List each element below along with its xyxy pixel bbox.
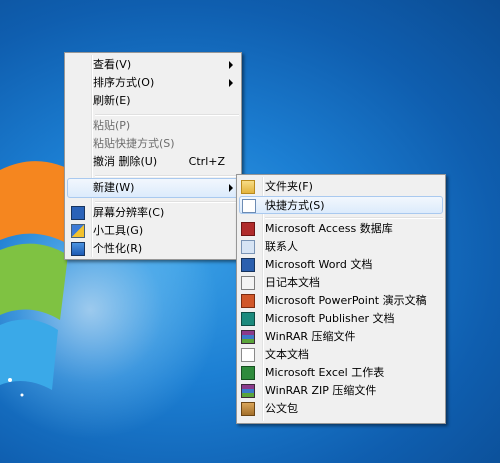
new-shortcut-item[interactable]: 快捷方式(S) [239,196,443,214]
menu-item-gadgets[interactable]: 小工具(G) [67,222,239,240]
new-excel-worksheet-item[interactable]: Microsoft Excel 工作表 [239,364,443,382]
new-folder-item[interactable]: 文件夹(F) [239,178,443,196]
winrar-zip-icon [241,384,255,398]
access-icon [241,222,255,236]
menu-item-refresh[interactable]: 刷新(E) [67,92,239,110]
menu-separator [95,201,239,203]
menu-item-shortcut: Ctrl+Z [188,155,225,168]
menu-item-label: 粘贴(P) [93,119,131,132]
submenu-arrow-icon [229,79,233,87]
menu-item-label: 快捷方式(S) [265,199,325,212]
briefcase-icon [241,402,255,416]
new-journal-document-item[interactable]: 日记本文档 [239,274,443,292]
menu-item-label: 刷新(E) [93,94,131,107]
submenu-arrow-icon [229,61,233,69]
desktop-context-menu: 查看(V) 排序方式(O) 刷新(E) 粘贴(P) 粘贴快捷方式(S) 撤消 删… [64,52,242,260]
menu-item-label: 联系人 [265,240,298,253]
publisher-icon [241,312,255,326]
menu-item-label: 粘贴快捷方式(S) [93,137,175,150]
new-contact-item[interactable]: 联系人 [239,238,443,256]
menu-item-label: 公文包 [265,402,298,415]
new-word-document-item[interactable]: Microsoft Word 文档 [239,256,443,274]
menu-separator [265,217,443,219]
new-winrar-zip-item[interactable]: WinRAR ZIP 压缩文件 [239,382,443,400]
shortcut-icon [242,199,256,213]
menu-item-label: Microsoft Excel 工作表 [265,366,385,379]
text-document-icon [241,348,255,362]
menu-item-label: Microsoft Word 文档 [265,258,373,271]
powerpoint-icon [241,294,255,308]
menu-item-label: 日记本文档 [265,276,320,289]
menu-item-label: Microsoft PowerPoint 演示文稿 [265,294,427,307]
menu-item-label: 新建(W) [93,181,135,194]
menu-item-label: 文本文档 [265,348,309,361]
new-submenu: 文件夹(F) 快捷方式(S) Microsoft Access 数据库 联系人 … [236,174,446,424]
menu-item-label: WinRAR 压缩文件 [265,330,356,343]
menu-item-paste[interactable]: 粘贴(P) [67,117,239,135]
menu-item-new[interactable]: 新建(W) [67,178,239,198]
folder-icon [241,180,255,194]
menu-item-paste-shortcut[interactable]: 粘贴快捷方式(S) [67,135,239,153]
personalize-icon [71,242,85,256]
new-winrar-archive-item[interactable]: WinRAR 压缩文件 [239,328,443,346]
menu-item-label: 排序方式(O) [93,76,155,89]
new-text-document-item[interactable]: 文本文档 [239,346,443,364]
new-access-database-item[interactable]: Microsoft Access 数据库 [239,220,443,238]
menu-item-label: WinRAR ZIP 压缩文件 [265,384,377,397]
menu-item-sort-by[interactable]: 排序方式(O) [67,74,239,92]
contact-icon [241,240,255,254]
winrar-icon [241,330,255,344]
menu-separator [95,114,239,116]
gadgets-icon [71,224,85,238]
new-publisher-document-item[interactable]: Microsoft Publisher 文档 [239,310,443,328]
menu-item-label: Microsoft Access 数据库 [265,222,393,235]
desktop-background[interactable]: 查看(V) 排序方式(O) 刷新(E) 粘贴(P) 粘贴快捷方式(S) 撤消 删… [0,0,500,463]
screen-resolution-icon [71,206,85,220]
excel-icon [241,366,255,380]
menu-item-label: 文件夹(F) [265,180,313,193]
menu-item-screen-resolution[interactable]: 屏幕分辨率(C) [67,204,239,222]
menu-item-personalize[interactable]: 个性化(R) [67,240,239,258]
menu-item-undo-delete[interactable]: 撤消 删除(U) Ctrl+Z [67,153,239,171]
menu-item-label: 小工具(G) [93,224,144,237]
submenu-arrow-icon [229,184,233,192]
word-icon [241,258,255,272]
menu-item-label: 屏幕分辨率(C) [93,206,165,219]
menu-item-view[interactable]: 查看(V) [67,56,239,74]
new-powerpoint-item[interactable]: Microsoft PowerPoint 演示文稿 [239,292,443,310]
menu-item-label: 撤消 删除(U) [93,155,158,168]
menu-separator [95,175,239,177]
menu-item-label: 查看(V) [93,58,132,71]
new-briefcase-item[interactable]: 公文包 [239,400,443,418]
menu-item-label: 个性化(R) [93,242,143,255]
menu-item-label: Microsoft Publisher 文档 [265,312,395,325]
journal-icon [241,276,255,290]
